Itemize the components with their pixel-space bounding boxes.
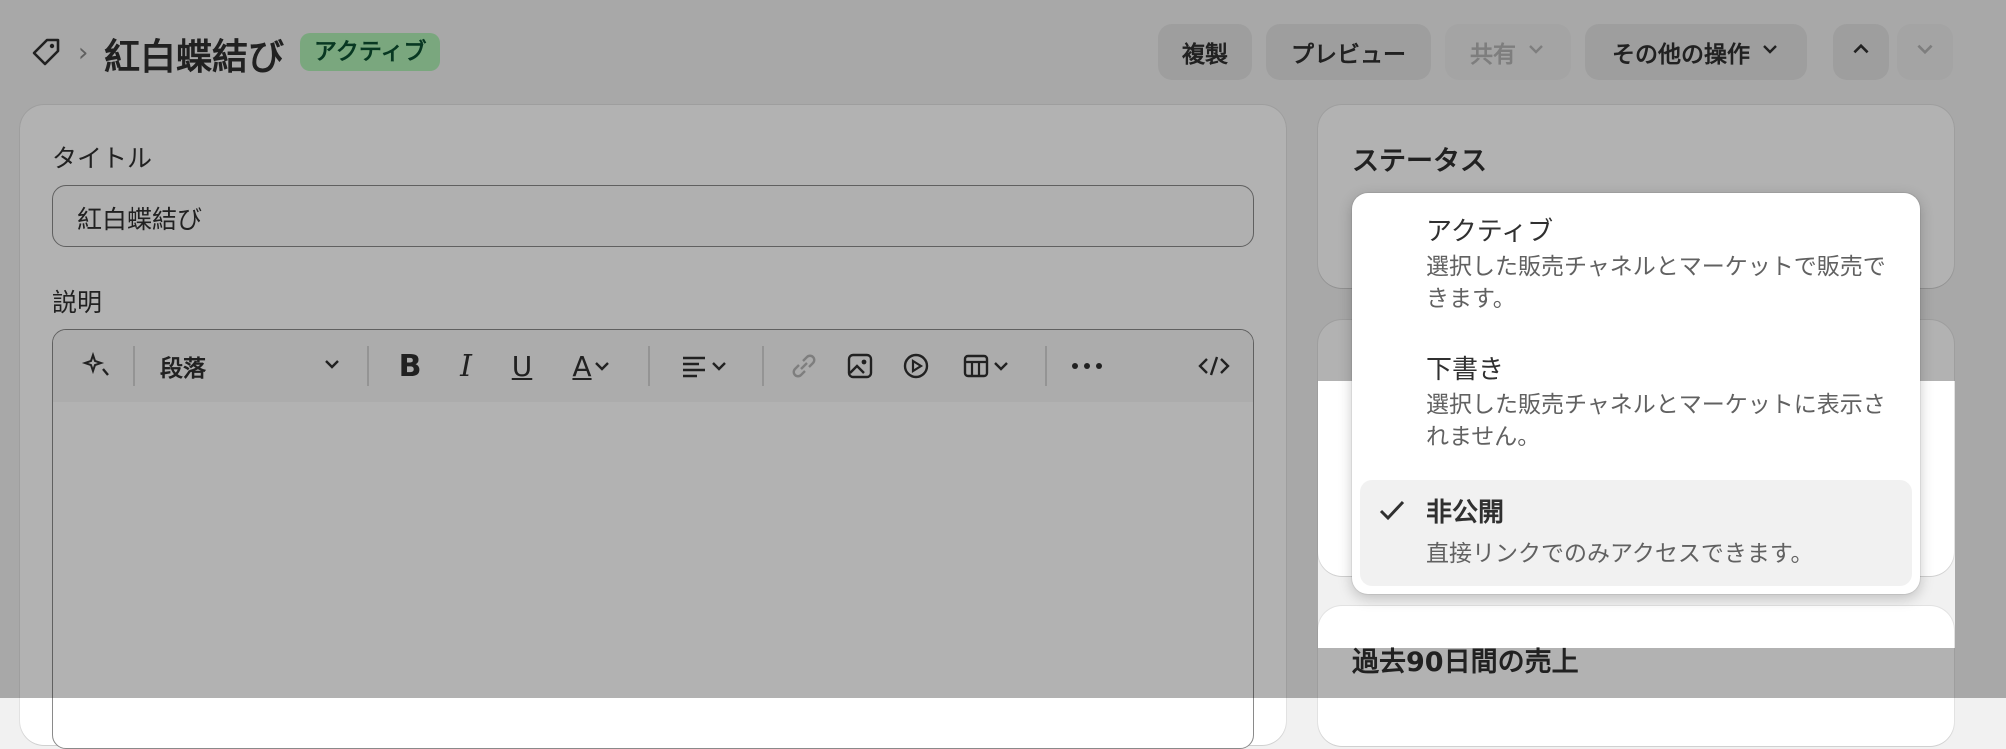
status-option-active[interactable]: アクティブ 選択した販売チャネルとマーケットで販売できます。: [1360, 201, 1912, 333]
status-option-unlisted[interactable]: 非公開 直接リンクでのみアクセスできます。: [1360, 480, 1912, 586]
backdrop-overlay[interactable]: [1318, 648, 1955, 698]
status-dropdown-menu: アクティブ 選択した販売チャネルとマーケットで販売できます。 下書き 選択した販…: [1352, 193, 1920, 594]
status-option-draft[interactable]: 下書き 選択した販売チャネルとマーケットに表示されません。: [1360, 339, 1912, 471]
backdrop-overlay[interactable]: [1955, 381, 2006, 698]
checkmark-icon: [1376, 494, 1408, 530]
backdrop-overlay[interactable]: [0, 381, 1318, 698]
